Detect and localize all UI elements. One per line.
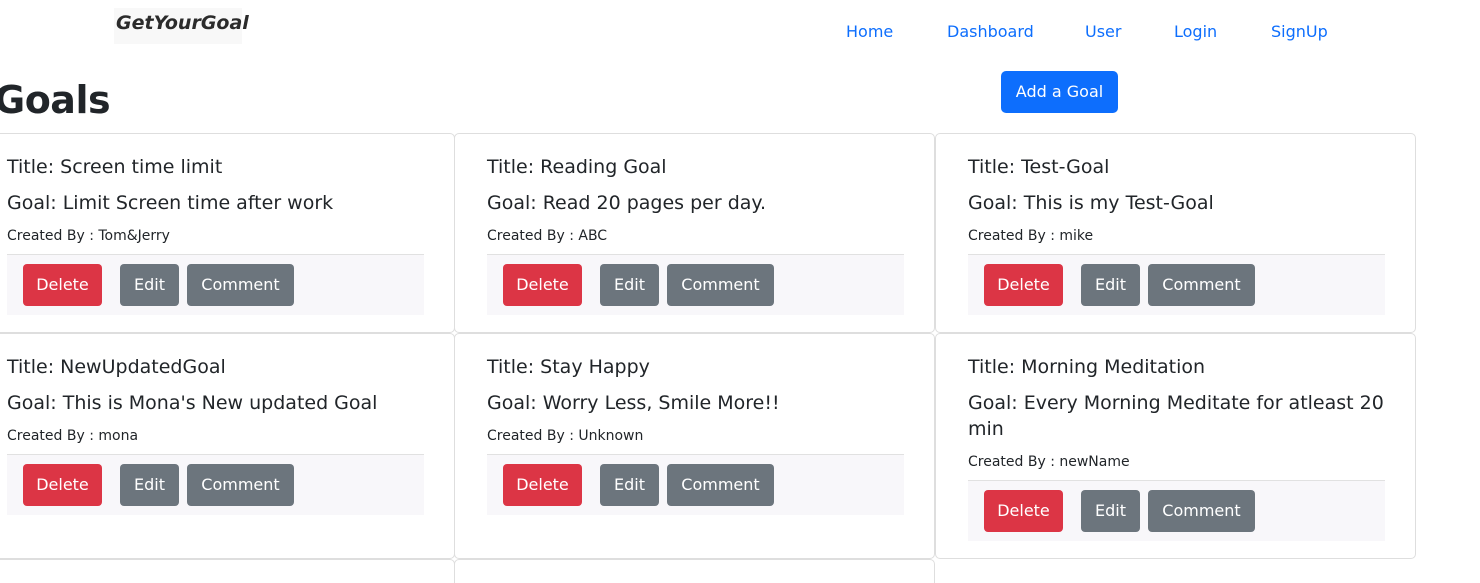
goal-card: Title: Screen time limit Goal: Limit Scr… xyxy=(0,133,455,333)
nav-user-link[interactable]: User xyxy=(1085,21,1121,43)
add-goal-button[interactable]: Add a Goal xyxy=(1001,71,1118,113)
edit-button[interactable]: Edit xyxy=(1081,264,1140,306)
goal-title: Title: Test-Goal xyxy=(968,156,1110,178)
goal-author: Created By : Unknown xyxy=(487,428,644,444)
delete-button[interactable]: Delete xyxy=(23,264,102,306)
comment-button[interactable]: Comment xyxy=(187,464,294,506)
page-title: Goals xyxy=(0,78,111,122)
goal-card: Title: Reading Goal Goal: Read 20 pages … xyxy=(454,133,935,333)
goal-text: Goal: Every Morning Meditate for atleast… xyxy=(968,392,1384,440)
goal-text: Goal: This is my Test-Goal xyxy=(968,192,1214,214)
nav-signup-link[interactable]: SignUp xyxy=(1271,21,1328,43)
goal-card xyxy=(454,559,935,583)
comment-button[interactable]: Comment xyxy=(667,264,774,306)
comment-button[interactable]: Comment xyxy=(1148,490,1255,532)
goal-author: Created By : Tom&Jerry xyxy=(7,228,170,244)
goal-title: Title: NewUpdatedGoal xyxy=(7,356,226,378)
goal-card: Title: Test-Goal Goal: This is my Test-G… xyxy=(935,133,1416,333)
goal-text: Goal: Worry Less, Smile More!! xyxy=(487,392,780,414)
card-footer: Delete Edit Comment xyxy=(968,254,1385,315)
delete-button[interactable]: Delete xyxy=(984,264,1063,306)
goal-title: Title: Morning Meditation xyxy=(968,356,1206,378)
delete-button[interactable]: Delete xyxy=(984,490,1063,532)
delete-button[interactable]: Delete xyxy=(23,464,102,506)
goal-author: Created By : mike xyxy=(968,228,1094,244)
edit-button[interactable]: Edit xyxy=(120,464,179,506)
goal-author: Created By : ABC xyxy=(487,228,608,244)
nav-home-link[interactable]: Home xyxy=(846,21,893,43)
edit-button[interactable]: Edit xyxy=(1081,490,1140,532)
delete-button[interactable]: Delete xyxy=(503,264,582,306)
card-footer: Delete Edit Comment xyxy=(968,480,1385,541)
goal-card: Title: Stay Happy Goal: Worry Less, Smil… xyxy=(454,333,935,559)
nav-dashboard-link[interactable]: Dashboard xyxy=(947,21,1034,43)
comment-button[interactable]: Comment xyxy=(1148,264,1255,306)
edit-button[interactable]: Edit xyxy=(600,464,659,506)
nav-login-link[interactable]: Login xyxy=(1174,21,1217,43)
goal-title: Title: Reading Goal xyxy=(487,156,667,178)
goal-text: Goal: Limit Screen time after work xyxy=(7,192,334,214)
goal-title: Title: Stay Happy xyxy=(487,356,650,378)
goal-card: Title: NewUpdatedGoal Goal: This is Mona… xyxy=(0,333,455,559)
card-footer: Delete Edit Comment xyxy=(487,254,904,315)
edit-button[interactable]: Edit xyxy=(600,264,659,306)
goal-card: Title: Morning Meditation Goal: Every Mo… xyxy=(935,333,1416,559)
card-footer: Delete Edit Comment xyxy=(7,254,424,315)
goal-card xyxy=(0,559,455,583)
delete-button[interactable]: Delete xyxy=(503,464,582,506)
comment-button[interactable]: Comment xyxy=(667,464,774,506)
goal-author: Created By : mona xyxy=(7,428,139,444)
goal-text: Goal: Read 20 pages per day. xyxy=(487,192,766,214)
card-footer: Delete Edit Comment xyxy=(487,454,904,515)
comment-button[interactable]: Comment xyxy=(187,264,294,306)
edit-button[interactable]: Edit xyxy=(120,264,179,306)
goal-text: Goal: This is Mona's New updated Goal xyxy=(7,392,378,414)
card-footer: Delete Edit Comment xyxy=(7,454,424,515)
goal-title: Title: Screen time limit xyxy=(7,156,223,178)
goal-author: Created By : newName xyxy=(968,454,1130,470)
brand-logo[interactable]: GetYourGoal xyxy=(114,8,249,44)
